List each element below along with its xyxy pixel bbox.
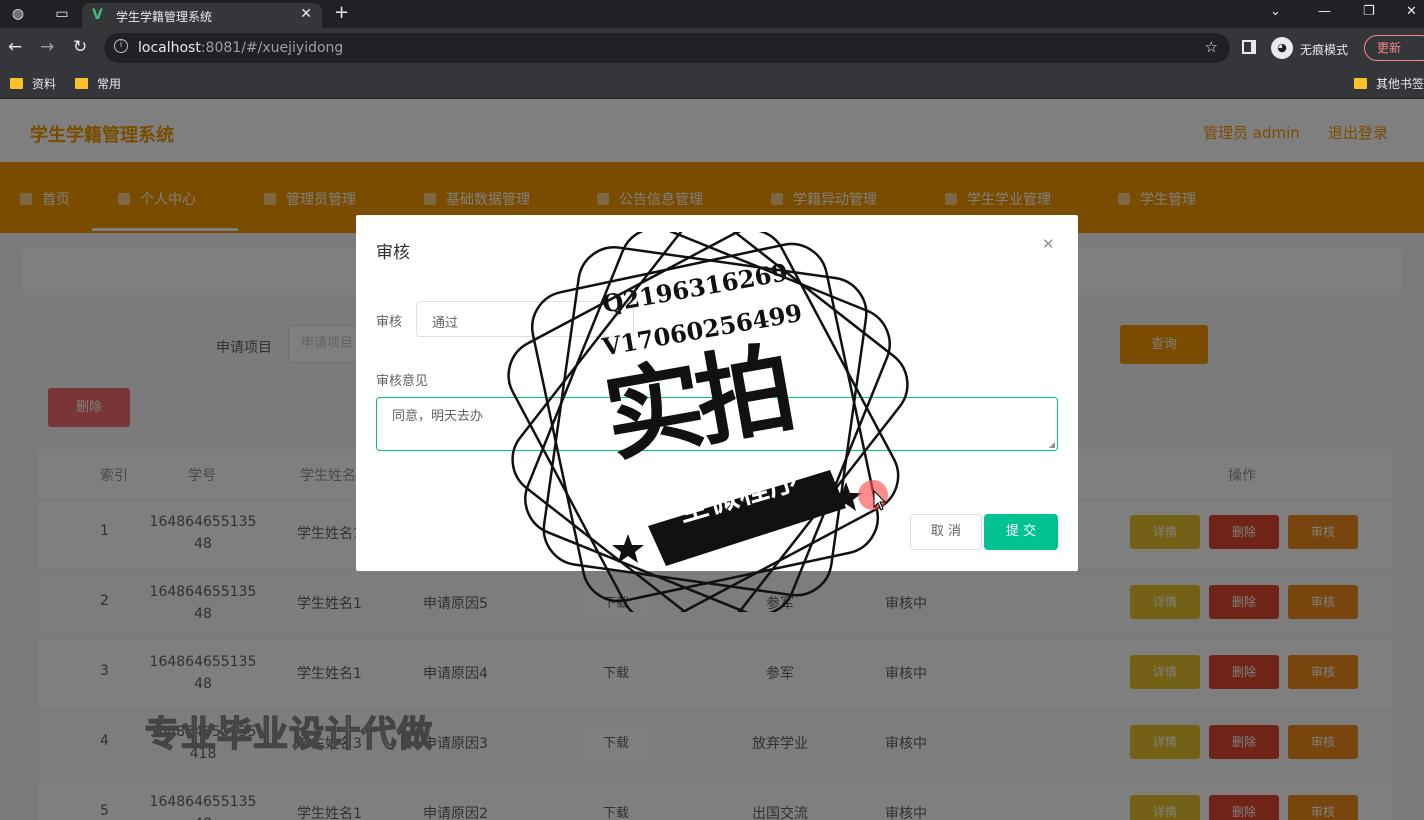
- resize-grip-icon[interactable]: ◢: [1049, 440, 1055, 449]
- watermark-title: 实拍: [596, 332, 798, 477]
- browser-toolbar: ← → ↻ i localhost:8081/#/xuejiyidong ☆ ◕…: [0, 28, 1424, 68]
- browser-tab-strip: ◍ ▭ V 学生学籍管理系统 ✕ + ⌄ — ❐ ✕: [0, 0, 1424, 28]
- vue-logo-icon: V: [92, 7, 103, 23]
- url-path: :8081/#/xuejiyidong: [200, 40, 344, 56]
- incognito-icon[interactable]: ◕: [1271, 37, 1293, 59]
- bookmark-label: 其他书签: [1376, 77, 1424, 91]
- audit-label: 审核: [376, 315, 403, 330]
- bookmarks-bar: 资料 常用 其他书签: [0, 68, 1424, 99]
- url-text: localhost:8081/#/xuejiyidong: [138, 40, 343, 56]
- dialog-title: 审核: [376, 243, 410, 263]
- other-bookmarks[interactable]: 其他书签: [1354, 75, 1424, 92]
- opinion-text: 同意，明天去办: [392, 409, 484, 424]
- bookmark-label: 资料: [32, 77, 57, 91]
- bookmark-folder-changyong[interactable]: 常用: [75, 75, 121, 92]
- side-panel-icon[interactable]: [1242, 40, 1256, 54]
- bookmark-label: 常用: [97, 77, 122, 91]
- folder-icon: [10, 78, 23, 89]
- bookmark-star-icon[interactable]: ☆: [1205, 38, 1218, 56]
- folder-icon: [75, 78, 88, 89]
- back-icon[interactable]: ←: [8, 38, 22, 56]
- restore-icon[interactable]: ❐: [1363, 4, 1375, 19]
- tab-search-icon[interactable]: ▭: [54, 6, 70, 22]
- reload-icon[interactable]: ↻: [73, 38, 87, 56]
- minimize-icon[interactable]: —: [1318, 4, 1331, 19]
- incognito-label: 无痕模式: [1300, 43, 1349, 57]
- audit-select-value: 通过: [432, 316, 459, 331]
- close-icon[interactable]: ✕: [1042, 235, 1055, 253]
- folder-icon: [1354, 78, 1367, 89]
- bookmark-folder-ziliao[interactable]: 资料: [10, 75, 56, 92]
- tab-list-chevron-icon[interactable]: ⌄: [1270, 4, 1281, 19]
- window-close-icon[interactable]: ✕: [1406, 4, 1417, 19]
- globe-icon[interactable]: ◍: [10, 6, 26, 22]
- update-button[interactable]: 更新: [1364, 35, 1424, 61]
- forward-icon[interactable]: →: [40, 38, 54, 56]
- submit-button[interactable]: 提 交: [984, 514, 1058, 550]
- mouse-cursor-icon: [873, 490, 887, 511]
- opinion-label: 审核意见: [376, 374, 429, 389]
- address-bar[interactable]: i localhost:8081/#/xuejiyidong ☆: [104, 33, 1230, 63]
- cancel-button[interactable]: 取 消: [910, 514, 982, 550]
- tab-close-icon[interactable]: ✕: [300, 6, 312, 22]
- site-info-icon[interactable]: i: [114, 39, 128, 53]
- url-host: localhost: [138, 40, 201, 56]
- watermark-bottom: 专业毕业设计代做: [144, 714, 434, 756]
- new-tab-icon[interactable]: +: [334, 2, 349, 23]
- browser-tab[interactable]: V 学生学籍管理系统 ✕: [82, 3, 322, 28]
- tab-title: 学生学籍管理系统: [116, 10, 213, 24]
